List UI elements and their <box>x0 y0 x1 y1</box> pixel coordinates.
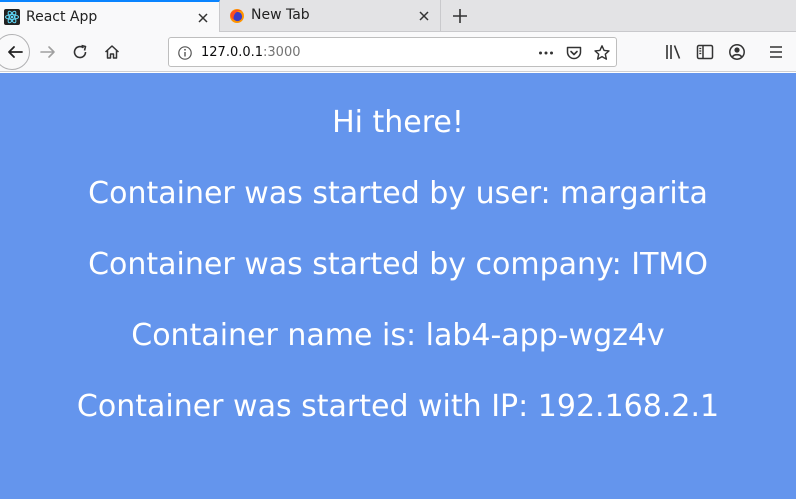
firefox-logo-icon <box>229 8 245 24</box>
tab-title: React App <box>26 9 98 25</box>
tab-title: New Tab <box>251 7 310 23</box>
library-icon[interactable] <box>664 42 684 62</box>
page-content: Hi there! Container was started by user:… <box>0 73 796 499</box>
forward-arrow-icon[interactable] <box>38 42 58 62</box>
close-icon[interactable] <box>195 10 211 26</box>
account-icon[interactable] <box>727 42 747 62</box>
info-icon[interactable] <box>177 45 193 61</box>
url-port: :3000 <box>263 45 301 60</box>
back-button[interactable] <box>0 34 30 70</box>
url-text[interactable]: 127.0.0.1:3000 <box>201 44 301 62</box>
sidebar-icon[interactable] <box>695 42 715 62</box>
more-actions-icon[interactable] <box>537 44 555 62</box>
user-info-text: Container was started by user: margarita <box>88 176 708 211</box>
tab-new-tab[interactable]: New Tab <box>221 0 441 32</box>
new-tab-plus-icon[interactable] <box>449 6 471 26</box>
ip-info-text: Container was started with IP: 192.168.2… <box>76 389 720 424</box>
greeting-text: Hi there! <box>332 105 464 140</box>
home-icon[interactable] <box>102 42 122 62</box>
url-host: 127.0.0.1 <box>201 45 264 60</box>
navigation-toolbar: 127.0.0.1:3000 <box>0 32 796 72</box>
back-arrow-icon <box>6 43 24 61</box>
hamburger-menu-icon[interactable] <box>766 42 786 62</box>
bookmark-star-icon[interactable] <box>593 44 611 62</box>
tab-react-app[interactable]: React App <box>0 0 220 33</box>
close-icon[interactable] <box>416 8 432 24</box>
pocket-icon[interactable] <box>565 44 583 62</box>
react-logo-icon <box>4 9 20 25</box>
company-info-text: Container was started by company: ITMO <box>88 247 708 282</box>
url-bar[interactable]: 127.0.0.1:3000 <box>168 37 617 67</box>
container-name-text: Container name is: lab4-app-wgz4v <box>131 318 665 353</box>
tab-strip: React App New Tab <box>0 0 796 33</box>
reload-icon[interactable] <box>70 42 90 62</box>
